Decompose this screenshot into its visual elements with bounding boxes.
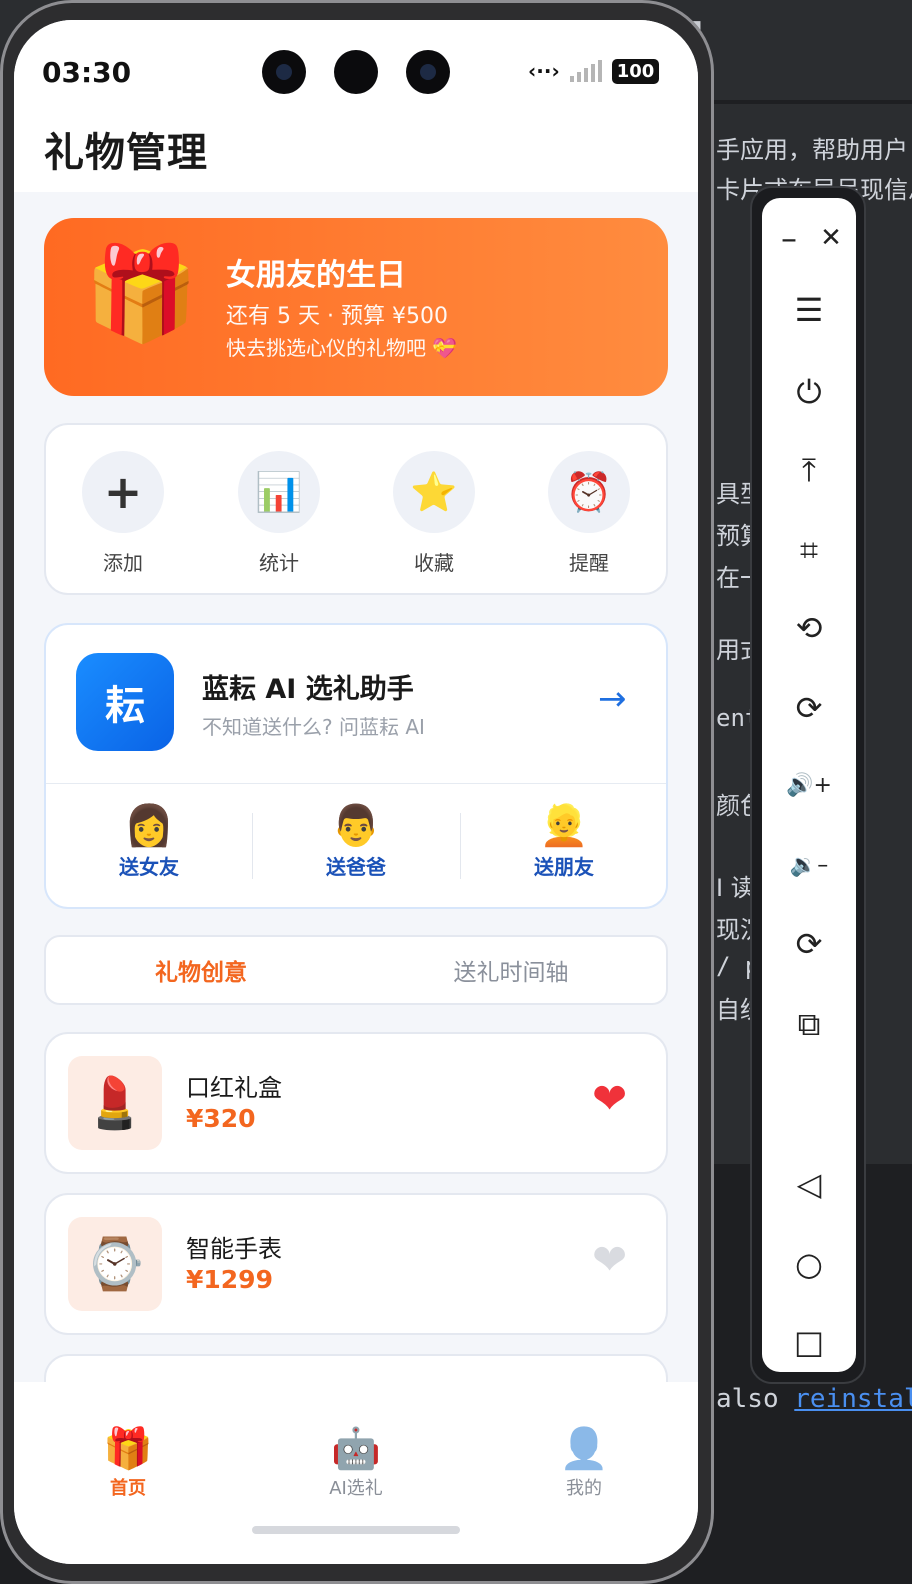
nav-label: 我的 [566, 1478, 602, 1499]
reinstall-link[interactable]: reinstal [794, 1384, 912, 1414]
nav-home[interactable]: 🎁 首页 [68, 1426, 188, 1500]
gift-list-item[interactable]: ⌚ 智能手表 ¥1299 ❤ [44, 1193, 668, 1335]
user-icon: 👤 [559, 1426, 609, 1472]
gift-icon: 🎁 [103, 1426, 153, 1472]
status-bar: 03:30 ‹··› 100 [14, 20, 698, 120]
rotate-right-icon[interactable]: ⟳ [762, 688, 856, 728]
phone-screen: 03:30 ‹··› 100 礼物管理 🎁 女朋友的生日 还有 5 天 · 预算… [14, 20, 698, 1564]
overview-icon[interactable]: □ [762, 1322, 856, 1362]
add-button[interactable]: + 添加 [78, 451, 168, 576]
battery-icon: 100 [611, 58, 660, 84]
option-label: 送女友 [119, 855, 179, 879]
back-icon[interactable]: ◁ [762, 1164, 856, 1204]
favorites-button[interactable]: ⭐ 收藏 [389, 451, 479, 576]
bottom-navigation: 🎁 首页 🤖 AI选礼 👤 我的 [14, 1382, 698, 1564]
tab-gift-timeline[interactable]: 送礼时间轴 [356, 937, 666, 1003]
volume-down-icon[interactable]: 🔉– [762, 846, 856, 886]
alarm-clock-icon: ⏰ [548, 451, 630, 533]
phone-frame: 03:30 ‹··› 100 礼物管理 🎁 女朋友的生日 还有 5 天 · 预算… [0, 0, 714, 1584]
home-indicator[interactable] [252, 1526, 460, 1534]
divider [46, 783, 666, 784]
menu-icon[interactable]: ☰ [762, 290, 856, 330]
stats-button[interactable]: 📊 统计 [234, 451, 324, 576]
gift-name: 口红礼盒 [186, 1074, 282, 1102]
tab-gift-ideas[interactable]: 礼物创意 [46, 937, 356, 1003]
close-icon[interactable]: ✕ [784, 218, 878, 258]
woman-icon: 👩 [124, 803, 174, 849]
page-title: 礼物管理 [44, 130, 208, 176]
stats-label: 统计 [259, 551, 299, 575]
front-camera-icon [262, 50, 306, 94]
smartwatch-icon: ⌚ [68, 1217, 162, 1311]
heart-filled-icon[interactable]: ❤ [592, 1078, 627, 1120]
status-time: 03:30 [42, 56, 132, 89]
ai-assistant-card: 耘 蓝耘 AI 选礼助手 不知道送什么? 问蓝耘 AI → 👩 送女友 👨 送爸… [44, 623, 668, 909]
option-label: 送爸爸 [326, 855, 386, 879]
arrow-right-icon[interactable]: → [598, 679, 627, 719]
gift-for-dad-button[interactable]: 👨 送爸爸 [253, 803, 459, 880]
upload-icon[interactable]: ⤒ [762, 450, 856, 490]
nav-profile[interactable]: 👤 我的 [524, 1426, 644, 1500]
gift-list-item[interactable]: 💄 口红礼盒 ¥320 ❤ [44, 1032, 668, 1174]
plus-icon: + [82, 451, 164, 533]
upcoming-event-banner[interactable]: 🎁 女朋友的生日 还有 5 天 · 预算 ¥500 快去挑选心仪的礼物吧 💝 [44, 218, 668, 396]
front-camera-icon [406, 50, 450, 94]
sensor-icon [334, 50, 378, 94]
nav-ai-gift[interactable]: 🤖 AI选礼 [296, 1426, 416, 1500]
option-label: 送朋友 [534, 855, 594, 879]
robot-icon: 🤖 [331, 1426, 381, 1472]
volume-up-icon[interactable]: 🔊+ [762, 766, 856, 806]
gift-for-friend-button[interactable]: 👱 送朋友 [461, 803, 667, 880]
star-icon: ⭐ [393, 451, 475, 533]
status-icons: ‹··› 100 [528, 56, 660, 86]
gift-for-girlfriend-button[interactable]: 👩 送女友 [46, 803, 252, 880]
quick-actions-card: + 添加 📊 统计 ⭐ 收藏 ⏰ 提醒 [44, 423, 668, 595]
home-icon[interactable]: ○ [762, 1244, 856, 1284]
person-icon: 👱 [539, 803, 589, 849]
gift-price: ¥1299 [186, 1265, 273, 1294]
emulator-toolbar-panel: – ✕ ☰ ⏻ ⤒ ⌗ ⟲ ⟳ 🔊+ 🔉– ⟳ ⧉ ◁ ○ □ [762, 198, 856, 1372]
gift-price: ¥320 [186, 1104, 256, 1133]
rotate-device-icon[interactable]: ⟳ [762, 924, 856, 964]
app-header: 礼物管理 [14, 120, 698, 192]
editor-text-line: I 读 [716, 874, 755, 902]
power-icon[interactable]: ⏻ [762, 372, 856, 412]
emulator-toolbar: – ✕ ☰ ⏻ ⤒ ⌗ ⟲ ⟳ 🔊+ 🔉– ⟳ ⧉ ◁ ○ □ [750, 186, 866, 1384]
add-label: 添加 [103, 551, 143, 575]
gift-name: 智能手表 [186, 1235, 282, 1263]
heart-outline-icon[interactable]: ❤ [592, 1239, 627, 1281]
bar-chart-icon: 📊 [238, 451, 320, 533]
favorites-label: 收藏 [414, 551, 454, 575]
signal-icon [569, 60, 602, 82]
multi-device-icon[interactable]: ⧉ [762, 1004, 856, 1044]
editor-text-line: 手应用，帮助用户 [716, 136, 908, 164]
content-tabs: 礼物创意 送礼时间轴 [44, 935, 668, 1005]
ai-assistant-subtitle: 不知道送什么? 问蓝耘 AI [202, 715, 425, 739]
rotate-left-icon[interactable]: ⟲ [762, 608, 856, 648]
reminder-label: 提醒 [569, 551, 609, 575]
event-countdown: 还有 5 天 · 预算 ¥500 [226, 304, 448, 329]
event-title: 女朋友的生日 [226, 258, 406, 293]
gift-box-icon: 🎁 [84, 240, 199, 347]
editor-code-line: also reinstal [716, 1384, 912, 1414]
event-hint: 快去挑选心仪的礼物吧 💝 [226, 336, 458, 360]
code-text: also [716, 1384, 795, 1414]
nav-label: 首页 [110, 1478, 146, 1499]
nfc-icon: ‹··› [528, 59, 560, 83]
reminder-button[interactable]: ⏰ 提醒 [544, 451, 634, 576]
man-icon: 👨 [331, 803, 381, 849]
lanyun-logo-icon: 耘 [76, 653, 174, 751]
lipstick-icon: 💄 [68, 1056, 162, 1150]
nav-label: AI选礼 [329, 1478, 383, 1499]
crop-icon[interactable]: ⌗ [762, 530, 856, 570]
ai-assistant-title[interactable]: 蓝耘 AI 选礼助手 [202, 667, 414, 706]
